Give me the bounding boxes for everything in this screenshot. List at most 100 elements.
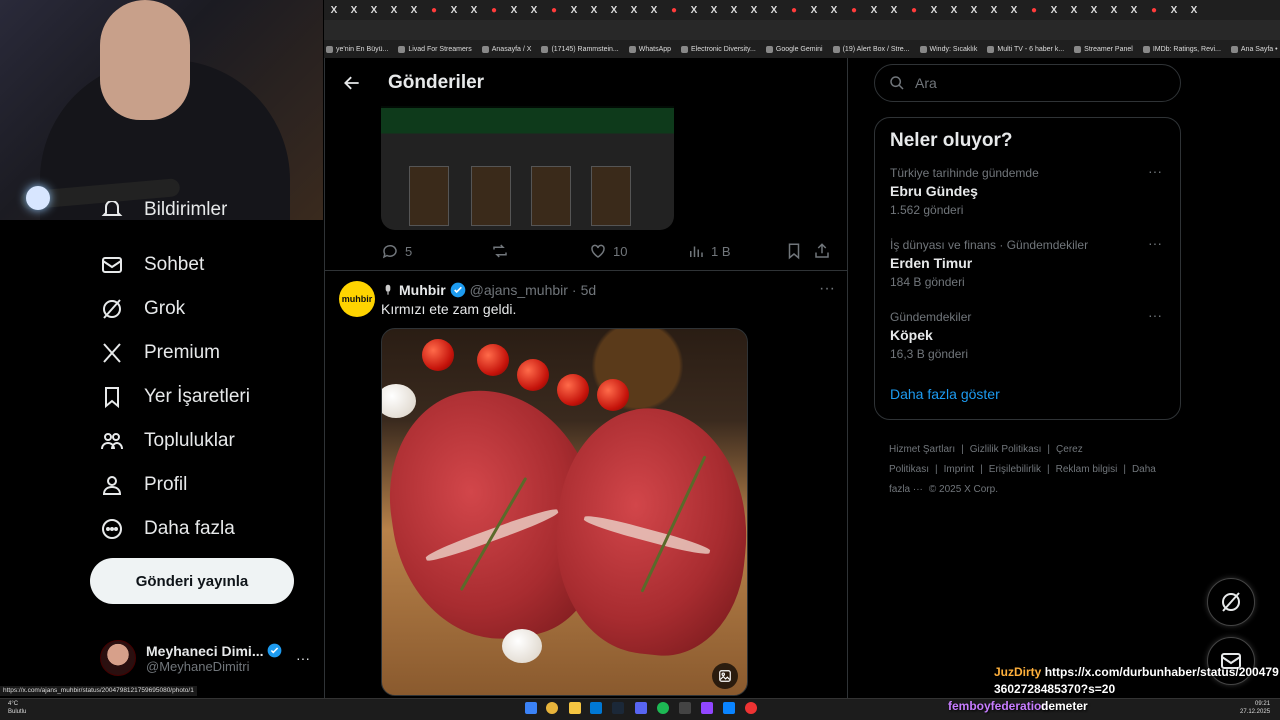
browser-tab[interactable]: ● — [1144, 0, 1164, 20]
browser-tab[interactable]: X — [1184, 0, 1204, 20]
back-button[interactable] — [332, 63, 372, 103]
bookmark-item[interactable]: Anasayfa / X — [481, 45, 531, 53]
bookmark-item[interactable]: Windy: Sıcaklık — [919, 45, 977, 53]
image-edit-badge[interactable] — [712, 663, 738, 689]
obs-icon[interactable] — [745, 702, 757, 714]
browser-tab[interactable]: X — [684, 0, 704, 20]
like-button[interactable]: 10 — [589, 242, 687, 260]
previous-post-image[interactable] — [381, 106, 674, 230]
sidebar-item-chat[interactable]: Sohbet — [100, 245, 204, 285]
footer-link[interactable]: Reklam bilgisi — [1056, 464, 1118, 475]
bookmark-item[interactable]: ye'nin En Büyü... — [326, 45, 388, 53]
browser-tab[interactable]: X — [964, 0, 984, 20]
twitch-icon[interactable] — [701, 702, 713, 714]
app-icon[interactable] — [723, 702, 735, 714]
sidebar-item-notifications[interactable]: Bildirimler — [100, 201, 227, 221]
bookmark-item[interactable]: Electronic Diversity... — [681, 45, 756, 53]
bookmark-item[interactable]: WhatsApp — [628, 45, 671, 53]
browser-tab[interactable]: X — [604, 0, 624, 20]
browser-tab[interactable]: ● — [844, 0, 864, 20]
browser-tab[interactable]: ● — [1024, 0, 1044, 20]
browser-tab[interactable]: X — [724, 0, 744, 20]
search-bar[interactable] — [874, 64, 1181, 102]
tweet-avatar[interactable]: muhbir — [339, 281, 375, 317]
account-more-button[interactable]: ··· — [296, 650, 310, 666]
sidebar-item-premium[interactable]: Premium — [100, 333, 220, 373]
browser-tab[interactable]: X — [324, 0, 344, 20]
browser-tab[interactable]: X — [1104, 0, 1124, 20]
sidebar-item-more[interactable]: Daha fazla — [100, 509, 235, 549]
account-switcher[interactable]: Meyhaneci Dimi... @MeyhaneDimitri ··· — [100, 634, 310, 682]
show-more-link[interactable]: Daha fazla göster — [890, 386, 1165, 402]
repost-button[interactable] — [491, 242, 589, 260]
footer-link[interactable]: Hizmet Şartları — [889, 444, 955, 455]
browser-tab[interactable]: X — [884, 0, 904, 20]
discord-icon[interactable] — [635, 702, 647, 714]
trend-more-button[interactable]: ··· — [1145, 236, 1165, 254]
tweet-media-image[interactable] — [381, 328, 748, 696]
trend-more-button[interactable]: ··· — [1145, 164, 1165, 182]
browser-tab[interactable]: X — [1004, 0, 1024, 20]
browser-tab[interactable]: X — [444, 0, 464, 20]
chrome-icon[interactable] — [546, 702, 558, 714]
browser-tab[interactable]: X — [924, 0, 944, 20]
browser-tab[interactable]: ● — [904, 0, 924, 20]
trend-more-button[interactable]: ··· — [1145, 308, 1165, 326]
browser-tab[interactable]: X — [744, 0, 764, 20]
post-button[interactable]: Gönderi yayınla — [90, 558, 294, 604]
browser-tab[interactable]: X — [984, 0, 1004, 20]
app-icon[interactable] — [590, 702, 602, 714]
browser-tab[interactable]: X — [764, 0, 784, 20]
tweet-author-handle[interactable]: @ajans_muhbir — [470, 282, 568, 298]
browser-tab[interactable]: X — [464, 0, 484, 20]
bookmark-item[interactable]: (19) Alert Box / Stre... — [832, 45, 910, 53]
spotify-icon[interactable] — [657, 702, 669, 714]
bookmark-item[interactable]: IMDb: Ratings, Revi... — [1142, 45, 1221, 53]
browser-tab[interactable]: X — [344, 0, 364, 20]
sidebar-item-profile[interactable]: Profil — [100, 465, 187, 505]
browser-tab[interactable]: X — [364, 0, 384, 20]
bookmark-item[interactable]: Google Gemini — [765, 45, 823, 53]
browser-tab[interactable]: X — [1124, 0, 1144, 20]
browser-tab[interactable]: X — [584, 0, 604, 20]
tweet-author-name[interactable]: Muhbir — [399, 282, 446, 298]
browser-tab[interactable]: X — [864, 0, 884, 20]
browser-tab[interactable]: X — [804, 0, 824, 20]
browser-tab[interactable]: X — [564, 0, 584, 20]
bookmark-button[interactable] — [785, 242, 813, 260]
steam-icon[interactable] — [612, 702, 624, 714]
browser-tab[interactable]: X — [704, 0, 724, 20]
app-icon[interactable] — [679, 702, 691, 714]
browser-tab[interactable]: X — [504, 0, 524, 20]
sidebar-item-communities[interactable]: Topluluklar — [100, 421, 235, 461]
footer-link[interactable]: Gizlilik Politikası — [970, 444, 1042, 455]
tweet-more-button[interactable]: ··· — [817, 280, 837, 300]
browser-tab[interactable]: ● — [484, 0, 504, 20]
bookmark-item[interactable]: Ana Sayfa • HBO Max — [1230, 45, 1280, 53]
footer-link[interactable]: © 2025 X Corp. — [929, 484, 998, 495]
browser-tab[interactable]: X — [404, 0, 424, 20]
folder-icon[interactable] — [569, 702, 581, 714]
search-input[interactable] — [915, 75, 1145, 91]
start-icon[interactable] — [525, 702, 537, 714]
browser-tab[interactable]: X — [624, 0, 644, 20]
footer-link[interactable]: Erişilebilirlik — [989, 464, 1041, 475]
bookmark-item[interactable]: Livad For Streamers — [398, 45, 472, 53]
trend-item[interactable]: Gündemdekiler Köpek 16,3 B gönderi ··· — [890, 308, 1165, 382]
bookmark-item[interactable]: Multi TV - 6 haber k... — [987, 45, 1064, 53]
trend-item[interactable]: İş dünyası ve finans · Gündemdekiler Erd… — [890, 236, 1165, 310]
system-clock[interactable]: 09:21 27.12.2025 — [1240, 700, 1270, 716]
browser-tab[interactable]: ● — [784, 0, 804, 20]
browser-tab[interactable]: X — [1164, 0, 1184, 20]
grok-fab-button[interactable] — [1207, 578, 1255, 626]
browser-tab[interactable]: ● — [664, 0, 684, 20]
footer-link[interactable]: Imprint — [944, 464, 975, 475]
browser-tab[interactable]: X — [1064, 0, 1084, 20]
trend-item[interactable]: Türkiye tarihinde gündemde Ebru Gündeş 1… — [890, 164, 1165, 238]
tweet-timestamp[interactable]: 5d — [581, 282, 597, 298]
browser-tab[interactable]: ● — [424, 0, 444, 20]
reply-button[interactable]: 5 — [381, 242, 491, 260]
browser-tab[interactable]: ● — [544, 0, 564, 20]
weather-widget[interactable]: 4°C Bulutlu — [8, 700, 26, 716]
browser-tab[interactable]: X — [1044, 0, 1064, 20]
